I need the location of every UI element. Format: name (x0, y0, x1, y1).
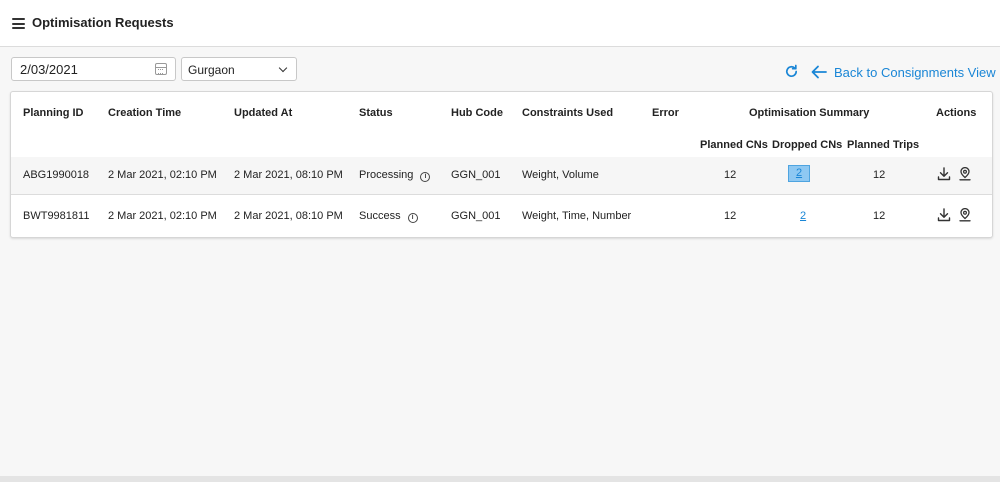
cell-planning-id: ABG1990018 (23, 169, 90, 181)
cell-planned-cns: 12 (724, 169, 737, 181)
header-hub-code: Hub Code (451, 107, 503, 119)
cell-creation-time: 2 Mar 2021, 02:10 PM (108, 169, 217, 181)
date-picker-input[interactable]: 2/03/2021 (11, 57, 176, 81)
header-planned-trips: Planned Trips (847, 139, 920, 151)
dropped-cns-link[interactable]: 2 (788, 165, 810, 182)
table-row: ABG1990018 2 Mar 2021, 02:10 PM 2 Mar 20… (11, 157, 992, 195)
cell-hub-code: GGN_001 (451, 169, 501, 181)
back-to-consignments-link[interactable]: Back to Consignments View (811, 63, 996, 81)
header-constraints-used: Constraints Used (522, 107, 614, 119)
header-updated-at: Updated At (234, 107, 293, 119)
cell-creation-time: 2 Mar 2021, 02:10 PM (108, 210, 217, 222)
refresh-icon[interactable] (784, 64, 799, 79)
calendar-icon[interactable] (155, 63, 167, 75)
header-planning-id: Planning ID (23, 107, 84, 119)
optimisation-requests-table: Planning ID Creation Time Updated At Sta… (10, 91, 993, 238)
cell-planning-id: BWT9981811 (23, 210, 90, 222)
cell-updated-at: 2 Mar 2021, 08:10 PM (234, 210, 343, 222)
cell-constraints-used: Weight, Volume (522, 169, 599, 181)
header-dropped-cns: Dropped CNs (772, 139, 843, 151)
header-planned-cns: Planned CNs (700, 139, 768, 151)
map-pin-icon[interactable] (958, 208, 972, 222)
map-pin-icon[interactable] (958, 167, 972, 181)
cell-planned-trips: 12 (873, 169, 886, 181)
table-row: BWT9981811 2 Mar 2021, 02:10 PM 2 Mar 20… (11, 196, 992, 236)
info-icon[interactable]: i (407, 213, 418, 223)
dropped-cns-link[interactable]: 2 (800, 210, 806, 222)
download-icon[interactable] (937, 167, 951, 181)
back-link-label: Back to Consignments View (834, 64, 996, 80)
hub-select[interactable]: Gurgaon (181, 57, 297, 81)
cell-hub-code: GGN_001 (451, 210, 501, 222)
arrow-left-icon (811, 65, 827, 79)
status-text: Processing (359, 169, 414, 181)
chevron-down-icon (278, 63, 288, 73)
cell-updated-at: 2 Mar 2021, 08:10 PM (234, 169, 343, 181)
download-icon[interactable] (937, 208, 951, 222)
top-bar: Optimisation Requests (0, 0, 1000, 47)
status-text: Success (359, 210, 401, 222)
header-optimisation-summary: Optimisation Summary (749, 107, 870, 119)
header-status: Status (359, 107, 393, 119)
hamburger-menu-icon[interactable] (12, 18, 25, 29)
hub-select-value: Gurgaon (188, 63, 235, 77)
header-creation-time: Creation Time (108, 107, 182, 119)
cell-planned-trips: 12 (873, 210, 886, 222)
bottom-scroll-edge (0, 476, 1000, 482)
page-title: Optimisation Requests (32, 15, 174, 30)
cell-status: Success i (359, 210, 418, 223)
date-value: 2/03/2021 (20, 62, 78, 77)
cell-constraints-used: Weight, Time, Number (522, 210, 632, 222)
header-actions: Actions (936, 107, 977, 119)
info-icon[interactable]: i (420, 172, 431, 182)
cell-status: Processing i (359, 169, 431, 182)
header-error: Error (652, 107, 679, 119)
cell-planned-cns: 12 (724, 210, 737, 222)
